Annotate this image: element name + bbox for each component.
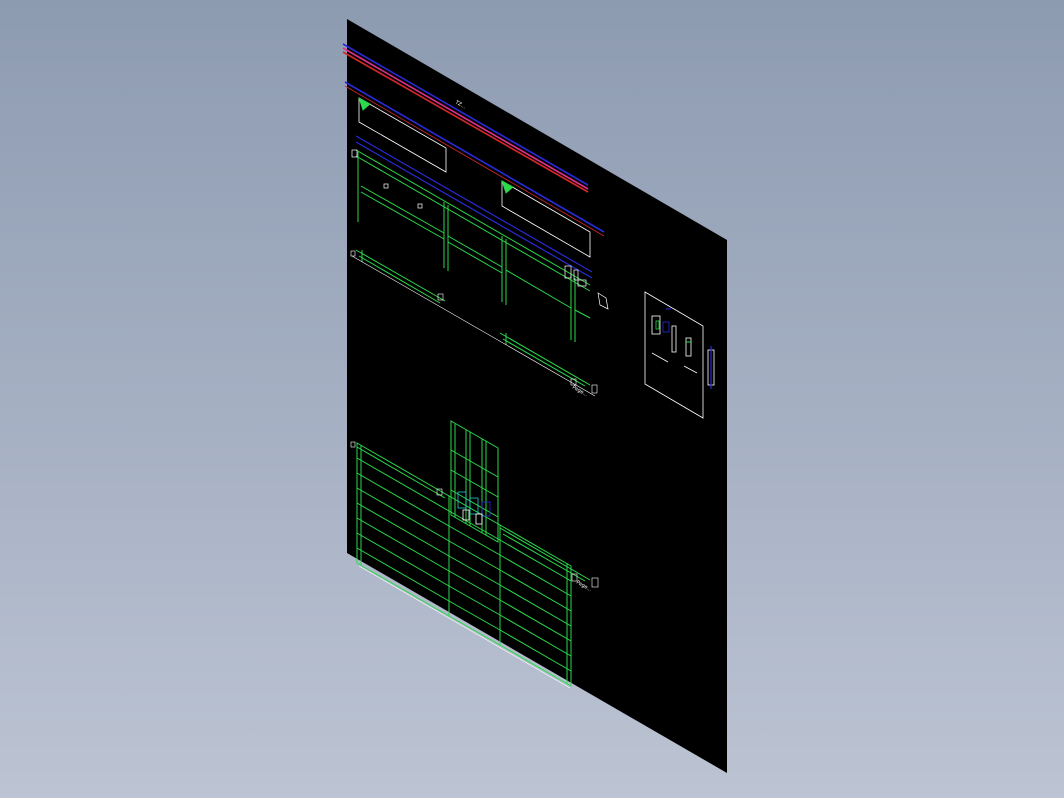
drawing-sheet — [347, 19, 727, 773]
cad-scene[interactable]: TZ... Page... Page... — [0, 0, 1064, 798]
cad-viewport[interactable]: TZ... Page... Page... — [0, 0, 1064, 798]
